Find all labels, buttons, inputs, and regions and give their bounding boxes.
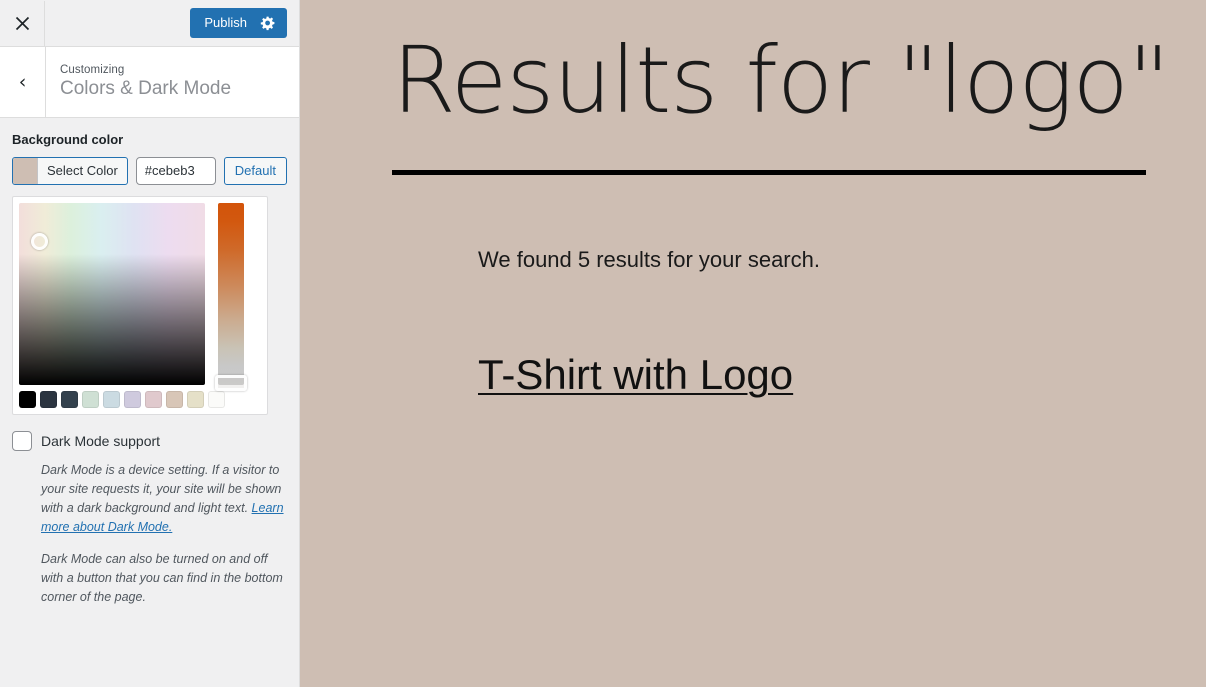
color-picker-popup[interactable] bbox=[12, 195, 268, 415]
select-color-label: Select Color bbox=[46, 163, 118, 179]
palette-swatch[interactable] bbox=[61, 390, 78, 408]
palette-swatch[interactable] bbox=[40, 390, 57, 408]
controls-container: Background color Select Color Default bbox=[0, 118, 299, 687]
current-color-swatch bbox=[13, 157, 38, 184]
dark-mode-checkbox-label: Dark Mode support bbox=[41, 432, 161, 449]
site-preview-frame[interactable]: Results for "logo" We found 5 results fo… bbox=[300, 0, 1206, 687]
palette-swatch[interactable] bbox=[82, 390, 99, 408]
saturation-value-field[interactable] bbox=[19, 202, 205, 385]
dark-mode-help-paragraph-1: Dark Mode is a device setting. If a visi… bbox=[41, 461, 287, 538]
panel-header: ‹ Customizing Colors & Dark Mode bbox=[0, 47, 299, 118]
gear-icon[interactable] bbox=[259, 14, 277, 32]
preview-content: Results for "logo" We found 5 results fo… bbox=[300, 0, 1206, 399]
palette-swatch-row bbox=[19, 390, 261, 408]
customizer-sidebar: Publish ‹ Customizing Colors & Dark Mode bbox=[0, 0, 300, 687]
select-color-button[interactable]: Select Color bbox=[12, 156, 128, 185]
publish-button[interactable]: Publish bbox=[190, 8, 287, 38]
dark-mode-checkbox[interactable] bbox=[12, 430, 32, 451]
palette-swatch[interactable] bbox=[124, 390, 141, 408]
product-title: T-Shirt with Logo bbox=[478, 351, 1176, 399]
hex-color-input[interactable] bbox=[135, 156, 216, 185]
color-picker-top bbox=[19, 202, 261, 391]
saturation-handle[interactable] bbox=[31, 232, 48, 250]
background-color-label: Background color bbox=[12, 132, 124, 147]
hue-slider[interactable] bbox=[218, 202, 244, 385]
hue-slider-handle[interactable] bbox=[215, 374, 247, 391]
palette-swatch[interactable] bbox=[145, 390, 162, 408]
heading-divider bbox=[392, 169, 1146, 175]
results-summary-text: We found 5 results for your search. bbox=[478, 246, 820, 272]
palette-swatch[interactable] bbox=[187, 390, 204, 408]
palette-swatch[interactable] bbox=[19, 390, 36, 408]
palette-swatch[interactable] bbox=[166, 390, 183, 408]
publish-button-label: Publish bbox=[204, 15, 247, 30]
dark-mode-checkbox-row[interactable]: Dark Mode support bbox=[12, 430, 287, 451]
default-color-button[interactable]: Default bbox=[223, 156, 287, 185]
dark-mode-help-paragraph-2: Dark Mode can also be turned on and off … bbox=[41, 552, 283, 605]
panel-title-group: Customizing Colors & Dark Mode bbox=[46, 47, 231, 117]
publish-group: Publish bbox=[190, 8, 287, 38]
palette-swatch[interactable] bbox=[208, 390, 225, 408]
hue-slider-column bbox=[215, 202, 249, 391]
customizer-topbar: Publish bbox=[0, 0, 299, 47]
search-results-heading: Results for "logo" bbox=[392, 27, 1170, 134]
close-customizer-button[interactable] bbox=[0, 0, 45, 46]
color-control-row: Select Color Default bbox=[12, 156, 287, 185]
dark-mode-help-text-1: Dark Mode is a device setting. If a visi… bbox=[41, 462, 282, 515]
back-button[interactable]: ‹ bbox=[0, 47, 46, 117]
product-link[interactable]: T-Shirt with Logo bbox=[478, 351, 793, 398]
panel-eyebrow: Customizing bbox=[60, 64, 125, 77]
chevron-left-icon: ‹ bbox=[18, 70, 27, 93]
palette-swatch[interactable] bbox=[103, 390, 120, 408]
page-title: Colors & Dark Mode bbox=[60, 78, 232, 100]
customizer-app: Publish ‹ Customizing Colors & Dark Mode bbox=[0, 0, 1206, 687]
close-icon bbox=[15, 16, 30, 31]
